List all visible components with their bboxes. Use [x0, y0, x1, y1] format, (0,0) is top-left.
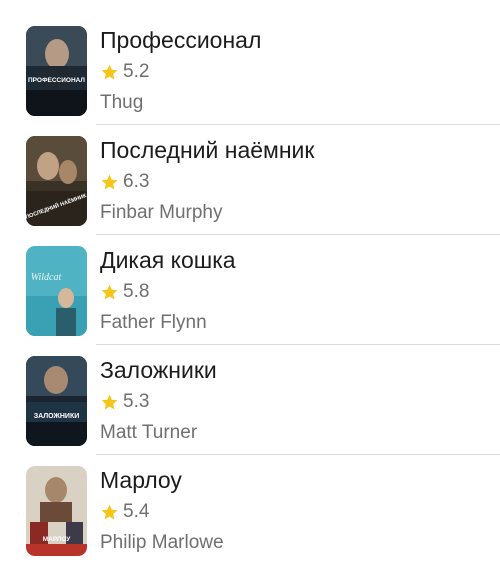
- film-poster[interactable]: ЗАЛОЖНИКИ: [26, 356, 87, 446]
- rating-value: 5.3: [123, 391, 150, 412]
- film-rating: 5.8: [100, 280, 149, 304]
- film-item-last-mercenary[interactable]: ПОСЛЕДНИЙ НАЁМНИК Последний наёмник 6.3 …: [0, 110, 500, 235]
- rating-value: 5.2: [123, 61, 150, 82]
- film-rating: 5.2: [100, 60, 149, 84]
- poster-title-text: ЗАЛОЖНИКИ: [34, 413, 80, 420]
- film-item-professional[interactable]: ПРОФЕССИОНАЛ Профессионал 5.2 Thug: [0, 0, 500, 125]
- film-item-wildcat[interactable]: Wildcat Дикая кошка 5.8 Father Flynn: [0, 220, 500, 345]
- film-title[interactable]: Заложники: [100, 355, 217, 385]
- film-poster[interactable]: МАРЛОУ: [26, 466, 87, 556]
- filmography-list: ПРОФЕССИОНАЛ Профессионал 5.2 Thug ПОСЛЕ…: [0, 0, 500, 566]
- star-icon: [101, 284, 118, 300]
- film-title[interactable]: Последний наёмник: [100, 135, 314, 165]
- poster-title-text: МАРЛОУ: [43, 536, 71, 543]
- poster-title-text: Wildcat: [31, 272, 62, 283]
- film-item-marlowe[interactable]: МАРЛОУ Марлоу 5.4 Philip Marlowe: [0, 440, 500, 556]
- film-title[interactable]: Дикая кошка: [100, 245, 236, 275]
- film-item-hostages[interactable]: ЗАЛОЖНИКИ Заложники 5.3 Matt Turner: [0, 330, 500, 455]
- rating-value: 5.4: [123, 501, 150, 522]
- star-icon: [101, 394, 118, 410]
- film-title[interactable]: Марлоу: [100, 465, 182, 495]
- film-title[interactable]: Профессионал: [100, 25, 261, 55]
- film-poster[interactable]: ПОСЛЕДНИЙ НАЁМНИК: [26, 136, 87, 226]
- film-rating: 5.3: [100, 390, 149, 414]
- star-icon: [101, 174, 118, 190]
- film-rating: 6.3: [100, 170, 149, 194]
- rating-value: 6.3: [123, 171, 150, 192]
- film-rating: 5.4: [100, 500, 149, 524]
- rating-value: 5.8: [123, 281, 150, 302]
- star-icon: [101, 64, 118, 80]
- film-poster[interactable]: ПРОФЕССИОНАЛ: [26, 26, 87, 116]
- film-poster[interactable]: Wildcat: [26, 246, 87, 336]
- poster-title-text: ПРОФЕССИОНАЛ: [28, 77, 85, 84]
- character-name: Philip Marlowe: [100, 532, 224, 553]
- star-icon: [101, 504, 118, 520]
